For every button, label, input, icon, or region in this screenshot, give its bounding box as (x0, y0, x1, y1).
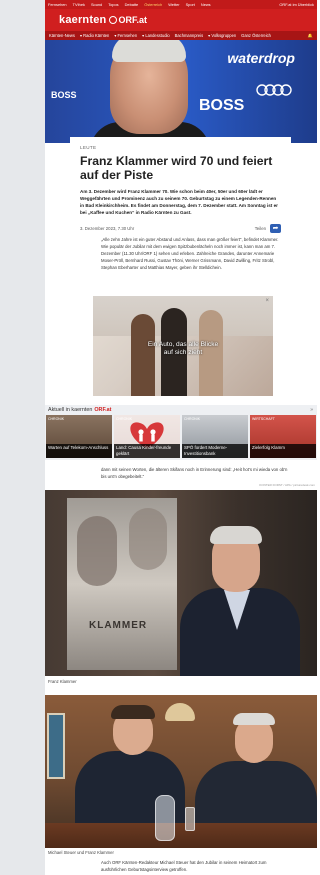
teaser-tile[interactable]: CHRONIK SPÖ fordert Moderne-Investitions… (182, 415, 248, 458)
article-title: Franz Klammer wird 70 und feiert auf der… (80, 154, 273, 182)
table (45, 823, 317, 848)
aktuell-more-icon[interactable]: » (310, 407, 313, 413)
teaser-title: Land: Causa Kinder-freunde geklärt (114, 444, 180, 458)
article-card: LEUTE Franz Klammer wird 70 und feiert a… (70, 137, 291, 233)
aktuell-orf-logo: ORF.at (94, 407, 112, 413)
article-meta: 3. Dezember 2023, 7.30 Uhr Teilen ➦ (80, 224, 281, 233)
share-label[interactable]: Teilen (255, 226, 266, 231)
bell-icon[interactable]: 🔔 (308, 33, 313, 39)
teaser-tile[interactable]: WIRTSCHAFT Zielerfolg Klamm (250, 415, 316, 458)
aktuell-header: Aktuell in kaernten ORF.at » (45, 405, 317, 415)
share-arrow-icon[interactable]: ➦ (270, 224, 281, 233)
aktuell-teaser-bar: Aktuell in kaernten ORF.at » CHRONIK War… (45, 405, 317, 460)
nav-sport[interactable]: Sport (186, 2, 195, 7)
ad-close-icon[interactable]: × (265, 298, 269, 304)
audi-rings-icon (256, 84, 292, 96)
ad-caption: Ein Auto, das alle Blicke auf sich zieht (147, 341, 219, 356)
person-hair (210, 526, 262, 544)
subnav-ganz-oesterreich[interactable]: Ganz Österreich (241, 33, 271, 38)
person-2-hair (233, 713, 275, 725)
subnav-fernsehen[interactable]: ▾ Fernsehen (114, 33, 137, 38)
teaser-title: Zielerfolg Klamm (250, 444, 316, 458)
sponsor-boss-left: BOSS (51, 90, 77, 100)
film-poster: KLAMMER (67, 498, 177, 670)
article-paragraph-3: Auch ORF Kärnten-Redakteur Michael Steue… (101, 860, 267, 872)
nav-wetter[interactable]: Wetter (168, 2, 179, 7)
sub-navigation: Kärnten-News ▾ Radio Kärnten ▾ Fernsehen… (45, 31, 317, 40)
nav-tvthek[interactable]: TVthek (73, 2, 85, 7)
photo-caption-2: Michael Steuer und Franz Klammer (48, 850, 114, 855)
article-paragraph-2: dann mit seinen Worten, die älteren Skif… (101, 467, 288, 479)
site-logo[interactable]: kaernten (59, 14, 106, 26)
teaser-tag: CHRONIK (184, 417, 201, 421)
teaser-tile[interactable]: CHRONIK Warten auf Telekom-Anschluss (46, 415, 112, 458)
orf-logo-text: ORF.at (118, 15, 147, 25)
teaser-tag: WIRTSCHAFT (252, 417, 275, 421)
teaser-title: SPÖ fordert Moderne-Investitionsbank (182, 444, 248, 458)
advertisement[interactable]: Ein Auto, das alle Blicke auf sich zieht… (93, 296, 273, 396)
hero-image: waterdrop BOSS BOSS (45, 40, 317, 143)
article-date: 3. Dezember 2023, 7.30 Uhr (80, 226, 135, 231)
teaser-title: Warten auf Telekom-Anschluss (46, 444, 112, 458)
subnav-radio-kaernten[interactable]: ▾ Radio Kärnten (80, 33, 109, 38)
teaser-tag: CHRONIK (48, 417, 65, 421)
photo-caption-1: Franz Klammer (48, 679, 77, 684)
subnav-volksgruppen[interactable]: ▾ Volksgruppen (208, 33, 236, 38)
aktuell-label: Aktuell in kaernten (48, 407, 93, 413)
article-kicker[interactable]: LEUTE (80, 145, 281, 150)
person-1-hair (111, 705, 155, 719)
article-quote-paragraph: „Alle zehn Jahre ist ein guter Abstand u… (101, 237, 279, 270)
hero-person-hair (112, 40, 186, 62)
subnav-kaernten-news[interactable]: Kärnten-News (49, 33, 75, 38)
nav-oesterreich[interactable]: Österreich (144, 2, 162, 7)
article-photo-interview (45, 695, 317, 848)
wall-picture (47, 713, 65, 779)
subnav-bachmannpreis[interactable]: Bachmannpreis (175, 33, 203, 38)
poster-title: KLAMMER (89, 620, 148, 631)
article-lead: Am 3. Dezember wird Franz Klammer 70. Wi… (80, 189, 278, 215)
nav-news[interactable]: News (201, 2, 211, 7)
nav-overview-link[interactable]: ORF.at im Überblick (279, 2, 314, 7)
ceiling-lamp (165, 703, 195, 721)
brand-bar: kaernten ORF.at (45, 9, 317, 31)
teaser-tag: CHRONIK (116, 417, 133, 421)
nav-sound[interactable]: Sound (91, 2, 102, 7)
nav-topos[interactable]: Topos (108, 2, 118, 7)
subnav-landesstudio[interactable]: ▾ Landesstudio (142, 33, 170, 38)
nav-fernsehen[interactable]: Fernsehen (48, 2, 67, 7)
glass (185, 807, 195, 831)
top-navigation: Fernsehen TVthek Sound Topos Debatte Öst… (45, 0, 317, 9)
photo-person (180, 526, 300, 676)
nav-debatte[interactable]: Debatte (125, 2, 139, 7)
teaser-tile[interactable]: CHRONIK Land: Causa Kinder-freunde geklä… (114, 415, 180, 458)
left-margin (0, 0, 45, 875)
share-area: Teilen ➦ (255, 224, 281, 233)
orf-logo-icon (109, 16, 118, 24)
photo-credit: KONTER FORST / APA / picturedesk.com (259, 483, 315, 487)
poster-figure-2 (129, 508, 167, 570)
poster-figure-1 (77, 516, 117, 586)
article-photo-klammer: KLAMMER (45, 490, 317, 676)
sponsor-boss-right: BOSS (199, 97, 245, 114)
carafe (155, 795, 175, 841)
aktuell-tiles: CHRONIK Warten auf Telekom-Anschluss CHR… (45, 415, 317, 458)
sponsor-waterdrop: waterdrop (227, 50, 295, 66)
page-content: Fernsehen TVthek Sound Topos Debatte Öst… (45, 0, 317, 875)
